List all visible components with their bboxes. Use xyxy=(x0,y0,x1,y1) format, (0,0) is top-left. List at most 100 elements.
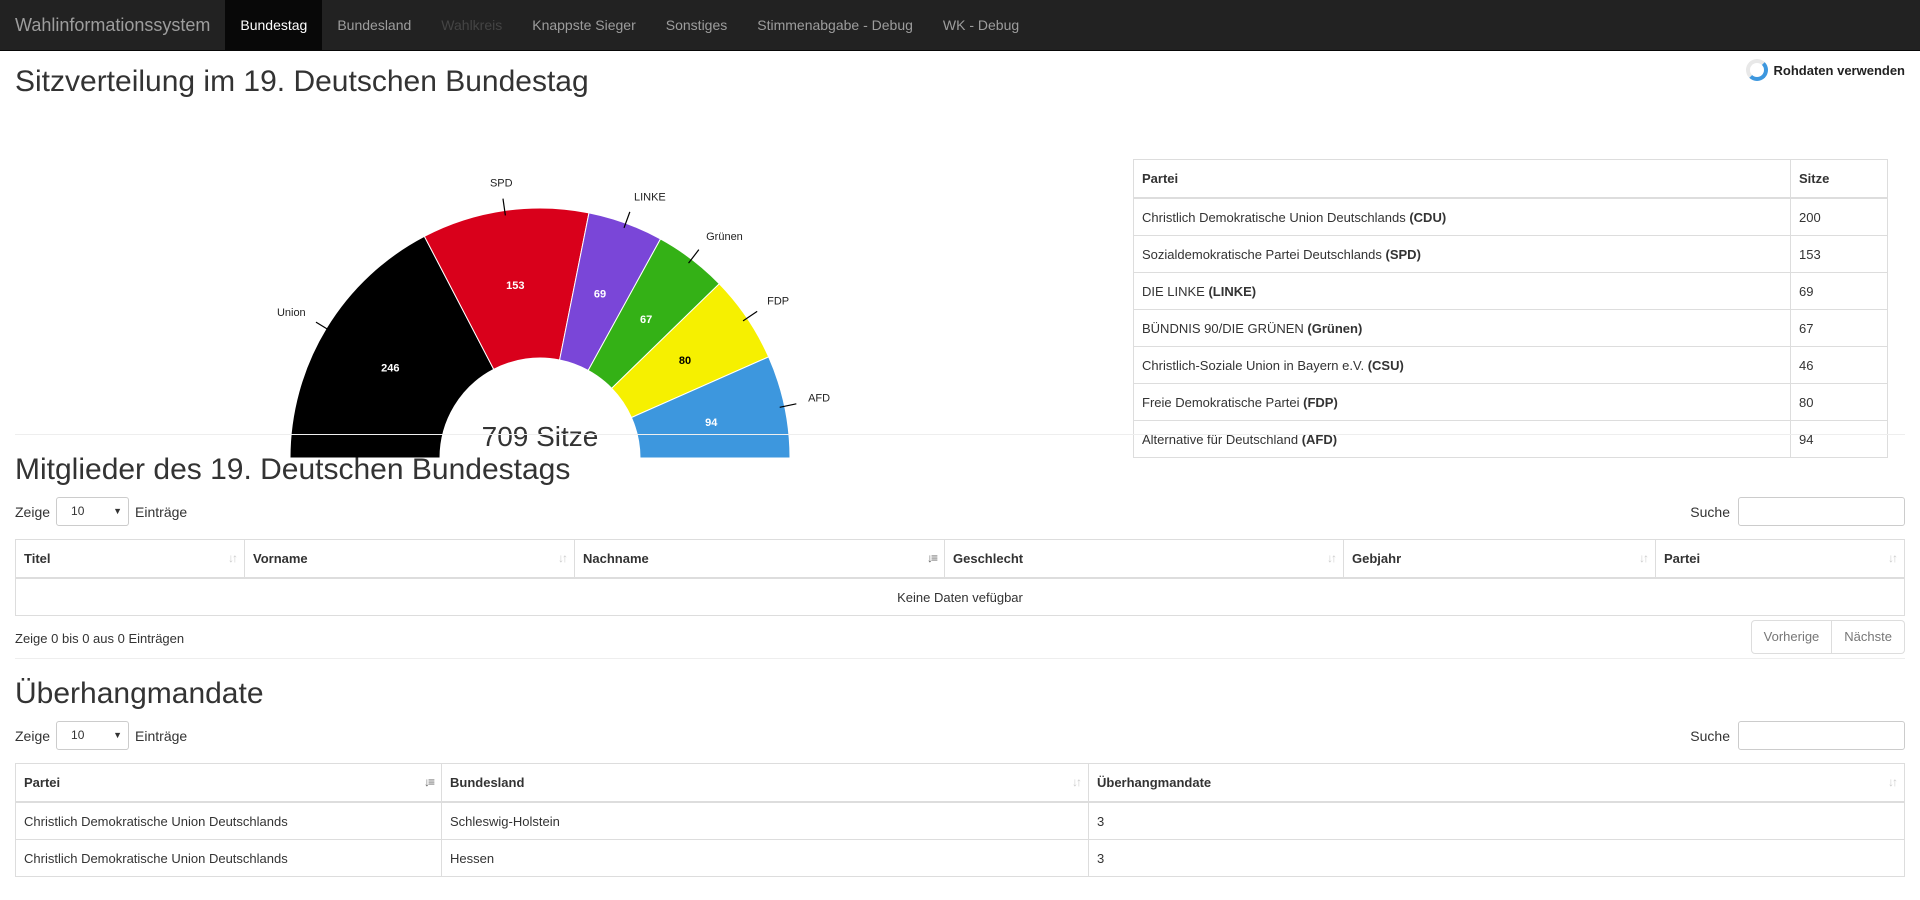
seats-cell: 80 xyxy=(1790,383,1888,421)
nav-menu: Bundestag Bundesland Wahlkreis Knappste … xyxy=(225,0,1034,50)
party-abbr: (CDU) xyxy=(1409,209,1447,225)
seat-table-header-party: Partei xyxy=(1133,159,1791,199)
overhang-cell: 3 xyxy=(1088,801,1905,840)
nav-item-sonstiges[interactable]: Sonstiges xyxy=(651,0,742,50)
chart-category-label: Grünen xyxy=(706,231,743,243)
members-table-info: Zeige 0 bis 0 aus 0 Einträgen xyxy=(15,631,185,646)
table-row: DIE LINKE (LINKE) 69 xyxy=(1133,272,1888,310)
column-header-nachname[interactable]: Nachname ↓≡ xyxy=(574,539,945,579)
party-name: Freie Demokratische Partei xyxy=(1142,394,1304,410)
members-length-select[interactable]: 10 ▼ xyxy=(56,497,130,526)
column-header-ueberhangmandate[interactable]: Überhangmandate ↓↑ xyxy=(1088,763,1905,803)
seat-table-header-seats: Sitze xyxy=(1790,159,1888,199)
column-header-bundesland[interactable]: Bundesland ↓↑ xyxy=(441,763,1089,803)
table-row: BÜNDNIS 90/DIE GRÜNEN (Grünen) 67 xyxy=(1133,309,1888,347)
party-cell: BÜNDNIS 90/DIE GRÜNEN (Grünen) xyxy=(1133,309,1791,347)
seats-cell: 67 xyxy=(1790,309,1888,347)
nav-item-bundestag[interactable]: Bundestag xyxy=(225,0,323,50)
column-header-titel[interactable]: Titel ↓↑ xyxy=(15,539,245,579)
seats-cell: 69 xyxy=(1790,272,1888,310)
party-cell: Christlich Demokratische Union Deutschla… xyxy=(15,839,442,877)
overhang-section: Überhangmandate Zeige 10 ▼ Einträge Such… xyxy=(0,659,1920,879)
chart-category-label: AFD xyxy=(808,392,830,404)
party-name: DIE LINKE xyxy=(1142,283,1209,299)
sort-icon: ↓↑ xyxy=(1639,551,1649,565)
party-name: Christlich-Soziale Union in Bayern e.V. xyxy=(1142,357,1368,373)
chart-category-label: LINKE xyxy=(634,192,666,204)
nav-item-knappste-sieger[interactable]: Knappste Sieger xyxy=(517,0,651,50)
overhang-search-input[interactable] xyxy=(1738,721,1905,750)
members-search-input[interactable] xyxy=(1738,497,1905,526)
party-abbr: (Grünen) xyxy=(1307,320,1363,336)
party-name: Christlich Demokratische Union Deutschla… xyxy=(1142,209,1410,225)
state-cell: Schleswig-Holstein xyxy=(441,801,1089,840)
party-name: Sozialdemokratische Partei Deutschlands xyxy=(1142,246,1386,262)
seats-cell: 46 xyxy=(1790,346,1888,384)
chart-category-label: SPD xyxy=(490,178,513,190)
sort-icon: ↓↑ xyxy=(558,551,568,565)
length-prefix: Zeige xyxy=(15,727,51,744)
members-search: Suche xyxy=(1690,497,1905,526)
members-title: Mitglieder des 19. Deutschen Bundestags xyxy=(15,453,571,486)
nav-item-stimmenabgabe-debug[interactable]: Stimmenabgabe - Debug xyxy=(742,0,928,50)
search-label: Suche xyxy=(1690,503,1730,520)
overhang-length-select[interactable]: 10 ▼ xyxy=(56,721,130,750)
column-header-geschlecht[interactable]: Geschlecht ↓↑ xyxy=(944,539,1344,579)
overhang-table: Partei ↓≡ Bundesland ↓↑ Überhangmandate ↓↑ … xyxy=(15,763,1905,877)
chart-value-label: 67 xyxy=(640,314,652,326)
chart-category-label: Union xyxy=(277,307,306,319)
party-cell: Christlich Demokratische Union Deutschla… xyxy=(15,801,442,840)
column-header-vorname[interactable]: Vorname ↓↑ xyxy=(244,539,575,579)
seats-cell: 153 xyxy=(1790,235,1888,273)
chart-value-label: 69 xyxy=(594,289,606,301)
sort-icon: ↓↑ xyxy=(1888,551,1898,565)
table-row: Christlich-Soziale Union in Bayern e.V. … xyxy=(1133,346,1888,384)
toggle-spinner-icon xyxy=(1745,59,1768,81)
navbar: Wahlinformationssystem Bundestag Bundesl… xyxy=(0,0,1920,51)
sort-asc-icon: ↓≡ xyxy=(926,551,938,565)
raw-data-toggle[interactable]: Rohdaten verwenden xyxy=(1745,59,1905,81)
seats-cell: 200 xyxy=(1790,197,1888,236)
search-label: Suche xyxy=(1690,727,1730,744)
party-abbr: (LINKE) xyxy=(1208,283,1257,299)
chart-value-label: 246 xyxy=(381,362,399,374)
party-abbr: (FDP) xyxy=(1303,394,1338,410)
overhang-search: Suche xyxy=(1690,721,1905,750)
table-row: Keine Daten vefügbar xyxy=(15,577,1905,616)
length-suffix: Einträge xyxy=(135,503,188,520)
sort-icon: ↓↑ xyxy=(1072,775,1082,789)
sort-icon: ↓↑ xyxy=(1888,775,1898,789)
party-name: BÜNDNIS 90/DIE GRÜNEN xyxy=(1142,320,1308,336)
seat-chart: 246Union153SPD69LINKE67Grünen80FDP94AFD … xyxy=(277,178,830,459)
next-page-button[interactable]: Nächste xyxy=(1832,620,1905,654)
nav-item-wk-debug[interactable]: WK - Debug xyxy=(928,0,1034,50)
length-value: 10 xyxy=(71,504,85,518)
chart-value-label: 94 xyxy=(705,417,718,429)
seat-table: Partei Sitze Christlich Demokratische Un… xyxy=(1133,159,1888,458)
party-cell: Christlich Demokratische Union Deutschla… xyxy=(1133,197,1791,236)
chart-category-label: FDP xyxy=(767,296,789,308)
prev-page-button[interactable]: Vorherige xyxy=(1750,620,1833,654)
state-cell: Hessen xyxy=(441,839,1089,877)
length-suffix: Einträge xyxy=(135,727,188,744)
column-header-gebjahr[interactable]: Gebjahr ↓↑ xyxy=(1343,539,1656,579)
nav-item-wahlkreis: Wahlkreis xyxy=(441,17,503,33)
table-row: Sozialdemokratische Partei Deutschlands … xyxy=(1133,235,1888,273)
brand-logo[interactable]: Wahlinformationssystem xyxy=(0,0,225,50)
chevron-down-icon: ▼ xyxy=(113,730,123,740)
party-cell: Christlich-Soziale Union in Bayern e.V. … xyxy=(1133,346,1791,384)
empty-message: Keine Daten vefügbar xyxy=(15,577,1905,616)
party-cell: Sozialdemokratische Partei Deutschlands … xyxy=(1133,235,1791,273)
page-title: Sitzverteilung im 19. Deutschen Bundesta… xyxy=(15,65,589,98)
column-header-partei[interactable]: Partei ↓≡ xyxy=(15,763,442,803)
sort-icon: ↓↑ xyxy=(228,551,238,565)
party-abbr: (SPD) xyxy=(1385,246,1421,262)
sort-icon: ↓↑ xyxy=(1327,551,1337,565)
table-row: Christlich Demokratische Union Deutschla… xyxy=(15,801,1905,840)
nav-item-bundesland[interactable]: Bundesland xyxy=(322,0,426,50)
members-pagination: Vorherige Nächste xyxy=(1750,620,1905,654)
column-header-partei[interactable]: Partei ↓↑ xyxy=(1655,539,1905,579)
members-length-control: Zeige 10 ▼ Einträge xyxy=(15,497,187,526)
party-cell: Freie Demokratische Partei (FDP) xyxy=(1133,383,1791,421)
party-abbr: (CSU) xyxy=(1367,357,1404,373)
